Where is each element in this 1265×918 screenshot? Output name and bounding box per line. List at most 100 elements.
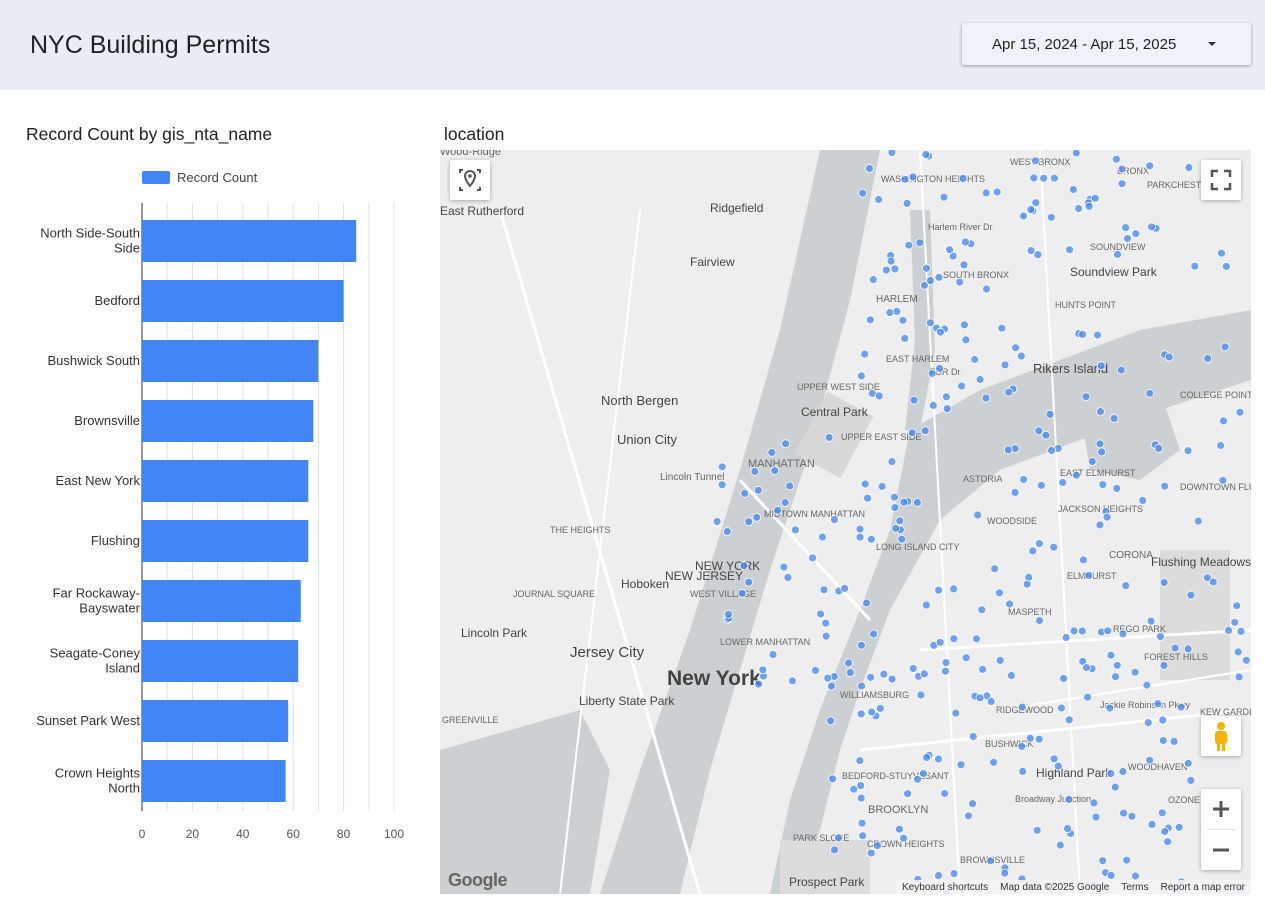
permit-marker[interactable] xyxy=(722,527,732,536)
permit-marker[interactable] xyxy=(855,524,865,534)
permit-marker[interactable] xyxy=(1154,443,1164,453)
permit-marker[interactable] xyxy=(874,195,884,204)
permit-marker[interactable] xyxy=(981,188,991,198)
permit-marker[interactable] xyxy=(1083,692,1092,702)
permit-marker[interactable] xyxy=(939,192,949,202)
permit-marker[interactable] xyxy=(1090,193,1100,203)
permit-marker[interactable] xyxy=(1064,715,1074,725)
permit-marker[interactable] xyxy=(787,676,797,686)
zoom-out-button[interactable] xyxy=(1201,830,1241,870)
permit-marker[interactable] xyxy=(824,433,834,442)
permit-marker[interactable] xyxy=(992,187,1002,197)
permit-marker[interactable] xyxy=(1233,647,1243,657)
permit-marker[interactable] xyxy=(1163,837,1172,847)
permit-marker[interactable] xyxy=(900,174,910,184)
permit-marker[interactable] xyxy=(1034,426,1044,436)
permit-marker[interactable] xyxy=(785,481,795,491)
permit-marker[interactable] xyxy=(961,653,971,663)
permit-marker[interactable] xyxy=(1121,223,1130,232)
permit-marker[interactable] xyxy=(934,585,944,595)
permit-marker[interactable] xyxy=(868,275,878,285)
permit-marker[interactable] xyxy=(1057,703,1066,713)
permit-marker[interactable] xyxy=(866,534,876,544)
permit-marker[interactable] xyxy=(849,784,859,794)
permit-marker[interactable] xyxy=(1091,812,1101,822)
permit-marker[interactable] xyxy=(773,505,783,515)
zoom-in-button[interactable] xyxy=(1201,789,1241,829)
map-view[interactable]: Wood-Ridge East Rutherford Ridgefield Fairv… xyxy=(440,150,1251,894)
permit-marker[interactable] xyxy=(959,260,969,270)
permit-marker[interactable] xyxy=(1153,699,1163,709)
permit-marker[interactable] xyxy=(860,479,870,489)
permit-marker[interactable] xyxy=(826,681,836,691)
permit-marker[interactable] xyxy=(1216,441,1225,450)
permit-marker[interactable] xyxy=(858,831,868,841)
permit-marker[interactable] xyxy=(1050,173,1059,183)
permit-marker[interactable] xyxy=(874,391,884,401)
permit-marker[interactable] xyxy=(826,716,836,726)
permit-marker[interactable] xyxy=(879,669,889,679)
permit-marker[interactable] xyxy=(885,308,895,318)
permit-marker[interactable] xyxy=(867,707,877,717)
permit-marker[interactable] xyxy=(895,516,905,526)
permit-marker[interactable] xyxy=(1131,229,1141,239)
permit-marker[interactable] xyxy=(1131,871,1140,881)
permit-marker[interactable] xyxy=(908,172,918,182)
permit-marker[interactable] xyxy=(783,573,793,582)
permit-marker[interactable] xyxy=(925,318,935,328)
permit-marker[interactable] xyxy=(1122,855,1132,865)
permit-marker[interactable] xyxy=(1004,387,1014,397)
permit-marker[interactable] xyxy=(1010,487,1020,497)
permit-marker[interactable] xyxy=(1079,555,1088,565)
permit-marker[interactable] xyxy=(1026,205,1036,214)
permit-marker[interactable] xyxy=(858,188,868,198)
permit-marker[interactable] xyxy=(1160,481,1170,491)
permit-marker[interactable] xyxy=(1089,798,1099,808)
permit-marker[interactable] xyxy=(1145,755,1155,765)
permit-marker[interactable] xyxy=(1049,542,1059,552)
permit-marker[interactable] xyxy=(982,284,991,294)
permit-marker[interactable] xyxy=(1138,495,1148,505)
permit-marker[interactable] xyxy=(1032,825,1042,835)
permit-marker[interactable] xyxy=(739,561,749,571)
permit-marker[interactable] xyxy=(1017,702,1027,712)
permit-marker[interactable] xyxy=(1169,737,1179,746)
permit-marker[interactable] xyxy=(1112,484,1122,493)
permit-marker[interactable] xyxy=(1000,360,1010,370)
permit-marker[interactable] xyxy=(819,585,829,595)
permit-marker[interactable] xyxy=(941,392,951,402)
permit-marker[interactable] xyxy=(865,315,875,325)
permit-marker[interactable] xyxy=(1157,808,1167,818)
permit-marker[interactable] xyxy=(1174,822,1184,832)
permit-marker[interactable] xyxy=(1087,457,1097,466)
permit-marker[interactable] xyxy=(1096,361,1106,371)
permit-marker[interactable] xyxy=(899,833,908,843)
permit-marker[interactable] xyxy=(1097,447,1106,457)
permit-marker[interactable] xyxy=(817,532,827,542)
permit-marker[interactable] xyxy=(975,375,985,384)
permit-marker[interactable] xyxy=(1118,767,1128,776)
permit-marker[interactable] xyxy=(834,833,844,843)
permit-marker[interactable] xyxy=(928,400,938,410)
permit-marker[interactable] xyxy=(934,871,943,880)
permit-marker[interactable] xyxy=(1142,680,1152,690)
permit-marker[interactable] xyxy=(1098,480,1108,490)
permit-marker[interactable] xyxy=(1065,245,1074,255)
permit-marker[interactable] xyxy=(860,349,870,359)
permit-marker[interactable] xyxy=(961,335,971,345)
permit-marker[interactable] xyxy=(1112,660,1122,670)
permit-marker[interactable] xyxy=(978,664,987,674)
permit-marker[interactable] xyxy=(855,532,865,542)
permit-marker[interactable] xyxy=(1186,590,1196,600)
permit-marker[interactable] xyxy=(1033,250,1043,260)
permit-marker[interactable] xyxy=(925,276,935,286)
permit-marker[interactable] xyxy=(1068,185,1078,194)
permit-marker[interactable] xyxy=(1145,388,1155,398)
permit-marker[interactable] xyxy=(1063,824,1072,833)
permit-marker[interactable] xyxy=(1234,672,1244,682)
permit-marker[interactable] xyxy=(1035,539,1044,549)
permit-marker[interactable] xyxy=(977,605,987,615)
permit-marker[interactable] xyxy=(823,673,833,683)
permit-marker[interactable] xyxy=(890,503,900,513)
permit-marker[interactable] xyxy=(1007,671,1016,680)
